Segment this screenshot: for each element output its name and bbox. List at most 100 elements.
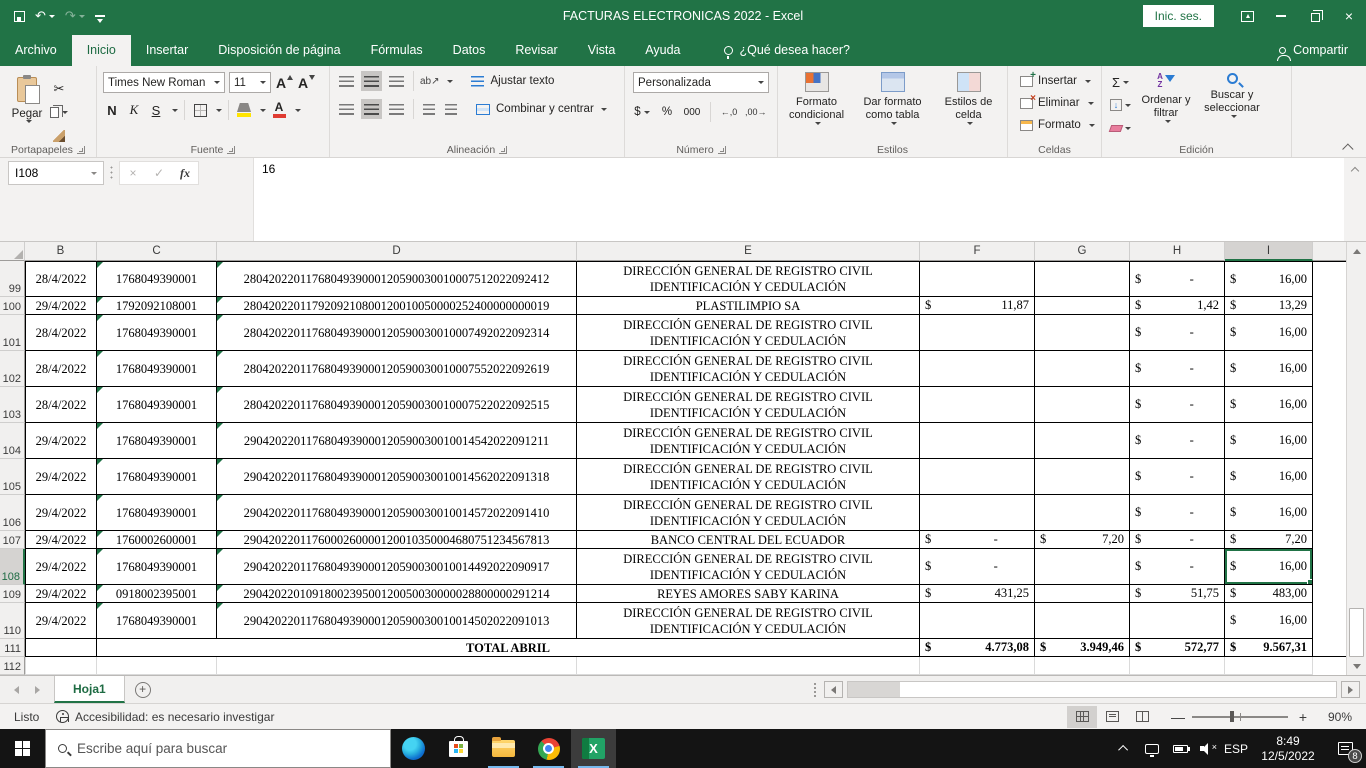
cell-H105[interactable]: $- bbox=[1130, 459, 1225, 495]
cell-C103[interactable]: 1768049390001 bbox=[97, 387, 217, 423]
cell-E100[interactable]: PLASTILIMPIO SA bbox=[577, 297, 920, 315]
sign-in-button[interactable]: Inic. ses. bbox=[1143, 5, 1214, 27]
cell-total-label[interactable]: TOTAL ABRIL bbox=[97, 639, 920, 657]
cell-F106[interactable] bbox=[920, 495, 1035, 531]
tray-expand-button[interactable] bbox=[1110, 729, 1138, 768]
cell-H100[interactable]: $1,42 bbox=[1130, 297, 1225, 315]
taskbar-edge-button[interactable] bbox=[391, 729, 436, 768]
next-sheet-button[interactable] bbox=[35, 686, 40, 694]
cut-button[interactable]: ✂ bbox=[50, 78, 68, 98]
tell-me-box[interactable]: ¿Qué desea hacer? bbox=[724, 43, 851, 66]
tab-f-rmulas[interactable]: Fórmulas bbox=[356, 35, 438, 66]
cell-D103[interactable]: 2804202201176804939000120590030010007522… bbox=[217, 387, 577, 423]
zoom-in-button[interactable]: + bbox=[1297, 709, 1309, 725]
cell-B103[interactable]: 28/4/2022 bbox=[25, 387, 97, 423]
cell-D106[interactable]: 2904202201176804939000120590030010014572… bbox=[217, 495, 577, 531]
minimize-button[interactable] bbox=[1264, 0, 1298, 32]
cell-E102[interactable]: DIRECCIÓN GENERAL DE REGISTRO CIVIL IDEN… bbox=[577, 351, 920, 387]
align-middle-button[interactable] bbox=[361, 71, 382, 91]
cell-E108[interactable]: DIRECCIÓN GENERAL DE REGISTRO CIVIL IDEN… bbox=[577, 549, 920, 585]
tab-inicio[interactable]: Inicio bbox=[72, 35, 131, 66]
fill-handle[interactable] bbox=[1307, 579, 1313, 585]
cell-D101[interactable]: 2804202201176804939000120590030010007492… bbox=[217, 315, 577, 351]
cell-E107[interactable]: BANCO CENTRAL DEL ECUADOR bbox=[577, 531, 920, 549]
underline-button[interactable]: S bbox=[147, 100, 165, 120]
clear-button[interactable] bbox=[1110, 118, 1131, 138]
cell-G100[interactable] bbox=[1035, 297, 1130, 315]
formula-bar-splitter[interactable] bbox=[110, 165, 113, 181]
taskbar-explorer-button[interactable] bbox=[481, 729, 526, 768]
scroll-down-button[interactable] bbox=[1347, 657, 1366, 675]
cell-I106[interactable]: $16,00 bbox=[1225, 495, 1313, 531]
format-painter-button[interactable] bbox=[50, 126, 68, 146]
merge-center-button[interactable] bbox=[474, 99, 492, 119]
cell-B105[interactable]: 29/4/2022 bbox=[25, 459, 97, 495]
taskbar-chrome-button[interactable] bbox=[526, 729, 571, 768]
taskbar-store-button[interactable] bbox=[436, 729, 481, 768]
cell-E106[interactable]: DIRECCIÓN GENERAL DE REGISTRO CIVIL IDEN… bbox=[577, 495, 920, 531]
cell-I104[interactable]: $16,00 bbox=[1225, 423, 1313, 459]
wrap-text-label[interactable]: Ajustar texto bbox=[491, 75, 555, 87]
cell-I107[interactable]: $7,20 bbox=[1225, 531, 1313, 549]
cell-H108[interactable]: $- bbox=[1130, 549, 1225, 585]
cell-D109[interactable]: 2904202201091800239500120050030000028800… bbox=[217, 585, 577, 603]
cell-B106[interactable]: 29/4/2022 bbox=[25, 495, 97, 531]
cell-G108[interactable] bbox=[1035, 549, 1130, 585]
cell-I99[interactable]: $16,00 bbox=[1225, 261, 1313, 297]
cell-G110[interactable] bbox=[1035, 603, 1130, 639]
cell-D100[interactable]: 2804202201179209210800120010050000252400… bbox=[217, 297, 577, 315]
row-header-99[interactable]: 99 bbox=[0, 261, 25, 297]
row-header-112[interactable]: 112 bbox=[0, 657, 25, 675]
page-layout-view-button[interactable] bbox=[1097, 706, 1127, 728]
cell-G101[interactable] bbox=[1035, 315, 1130, 351]
cell-G106[interactable] bbox=[1035, 495, 1130, 531]
cell-G102[interactable] bbox=[1035, 351, 1130, 387]
cell-G99[interactable] bbox=[1035, 261, 1130, 297]
cell-G103[interactable] bbox=[1035, 387, 1130, 423]
column-header-G[interactable]: G bbox=[1035, 242, 1130, 261]
insert-cells-button[interactable]: Insertar bbox=[1016, 70, 1101, 92]
sheet-tab-hoja1[interactable]: Hoja1 bbox=[54, 676, 125, 703]
row-header-104[interactable]: 104 bbox=[0, 423, 25, 459]
merge-center-label[interactable]: Combinar y centrar bbox=[496, 103, 594, 115]
scroll-right-button[interactable] bbox=[1341, 681, 1360, 698]
align-right-button[interactable] bbox=[386, 99, 407, 119]
cell-E105[interactable]: DIRECCIÓN GENERAL DE REGISTRO CIVIL IDEN… bbox=[577, 459, 920, 495]
cell-I100[interactable]: $13,29 bbox=[1225, 297, 1313, 315]
cell-F105[interactable] bbox=[920, 459, 1035, 495]
increase-indent-button[interactable] bbox=[442, 99, 460, 119]
vertical-scroll-thumb[interactable] bbox=[1349, 608, 1364, 657]
restore-button[interactable] bbox=[1298, 0, 1332, 32]
customize-qat-button[interactable] bbox=[95, 15, 107, 17]
zoom-slider[interactable] bbox=[1192, 716, 1288, 718]
cell-H112[interactable] bbox=[1130, 657, 1225, 675]
copy-button[interactable] bbox=[50, 102, 68, 122]
zoom-out-button[interactable]: — bbox=[1171, 709, 1183, 725]
cell-D104[interactable]: 2904202201176804939000120590030010014542… bbox=[217, 423, 577, 459]
cell-F109[interactable]: $431,25 bbox=[920, 585, 1035, 603]
cell-E109[interactable]: REYES AMORES SABY KARINA bbox=[577, 585, 920, 603]
cell-F101[interactable] bbox=[920, 315, 1035, 351]
cell-F108[interactable]: $- bbox=[920, 549, 1035, 585]
cell-H107[interactable]: $- bbox=[1130, 531, 1225, 549]
tab-split-handle[interactable] bbox=[814, 683, 816, 697]
font-color-button[interactable]: A bbox=[270, 100, 288, 120]
autosum-button[interactable]: Σ bbox=[1110, 72, 1131, 92]
format-as-table-button[interactable]: Dar formato como tabla bbox=[855, 66, 931, 140]
cell-B102[interactable]: 28/4/2022 bbox=[25, 351, 97, 387]
horizontal-scrollbar[interactable] bbox=[847, 681, 1337, 698]
row-header-101[interactable]: 101 bbox=[0, 315, 25, 351]
thousands-format-button[interactable]: 000 bbox=[683, 102, 701, 122]
row-header-100[interactable]: 100 bbox=[0, 297, 25, 315]
align-center-button[interactable] bbox=[361, 99, 382, 119]
cell-H102[interactable]: $- bbox=[1130, 351, 1225, 387]
cell-C105[interactable]: 1768049390001 bbox=[97, 459, 217, 495]
cell-E104[interactable]: DIRECCIÓN GENERAL DE REGISTRO CIVIL IDEN… bbox=[577, 423, 920, 459]
redo-button[interactable]: ↷ bbox=[65, 8, 85, 24]
name-box[interactable]: I108 bbox=[8, 161, 104, 185]
italic-button[interactable]: K bbox=[125, 100, 143, 120]
cell-I102[interactable]: $16,00 bbox=[1225, 351, 1313, 387]
cell-D112[interactable] bbox=[217, 657, 577, 675]
cancel-entry-button[interactable]: × bbox=[120, 166, 146, 180]
number-dialog-launcher[interactable] bbox=[718, 146, 726, 154]
